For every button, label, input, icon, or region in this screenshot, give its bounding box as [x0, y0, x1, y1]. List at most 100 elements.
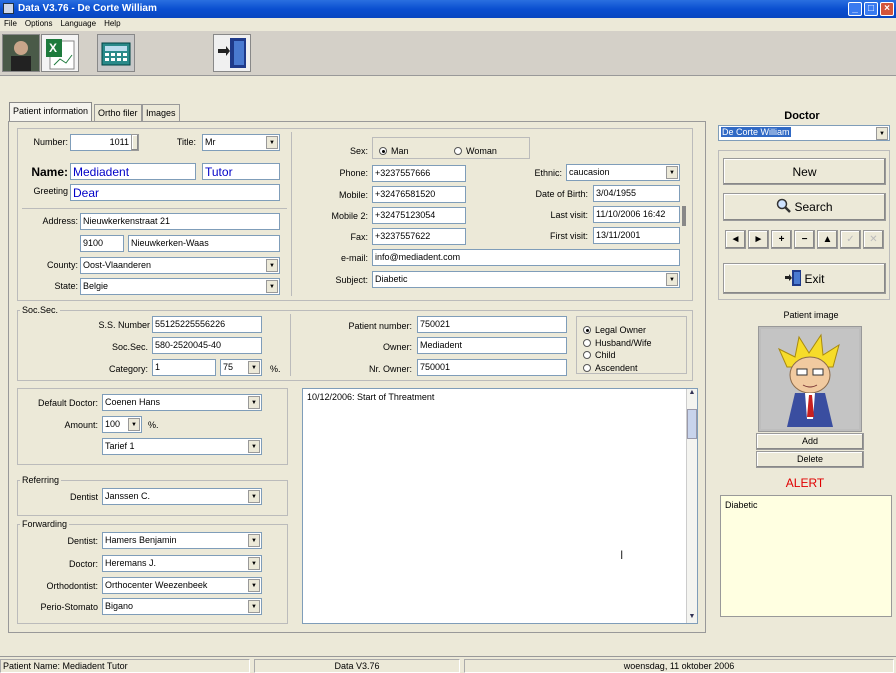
ss-number-field[interactable]: 55125225556226	[152, 316, 262, 333]
chevron-down-icon[interactable]: ▼	[248, 396, 260, 409]
sex-woman-radio[interactable]: Woman	[454, 146, 497, 156]
chevron-down-icon[interactable]: ▼	[248, 361, 260, 374]
street-field[interactable]: Nieuwkerkenstraat 21	[80, 213, 280, 230]
owner-field[interactable]: Mediadent	[417, 337, 567, 354]
maximize-button[interactable]: □	[864, 2, 878, 16]
last-name-field[interactable]: Mediadent	[70, 163, 196, 180]
last-visit-field[interactable]: 11/10/2006 16:42	[593, 206, 680, 223]
amount-label: Amount:	[64, 420, 98, 430]
forwarding-dentist-select[interactable]: Hamers Benjamin ▼	[102, 532, 262, 549]
scroll-up-icon[interactable]: ▲	[687, 389, 697, 399]
orthodontist-select[interactable]: Orthocenter Weezenbeek ▼	[102, 577, 262, 594]
delete-image-button[interactable]: Delete	[756, 451, 864, 468]
chevron-down-icon[interactable]: ▼	[666, 273, 678, 286]
nav-remove-button[interactable]: −	[794, 230, 815, 249]
owner-label: Owner:	[382, 342, 412, 352]
first-name-field[interactable]: Tutor	[202, 163, 280, 180]
close-button[interactable]: ×	[880, 2, 894, 16]
mobile2-field[interactable]: +32475123054	[372, 207, 466, 224]
amount-select[interactable]: 100 ▼	[102, 416, 142, 433]
title-label: Title:	[176, 137, 196, 147]
minimize-button[interactable]: _	[848, 2, 862, 16]
radio-checked-icon	[583, 326, 591, 334]
chevron-down-icon[interactable]: ▼	[666, 166, 678, 179]
nav-up-button[interactable]: ▲	[817, 230, 838, 249]
email-label: e-mail:	[340, 253, 368, 263]
menu-options[interactable]: Options	[21, 18, 57, 29]
zip-field[interactable]: 9100	[80, 235, 124, 252]
patient-number-field[interactable]: 1011	[70, 134, 132, 151]
chevron-down-icon[interactable]: ▼	[248, 557, 260, 570]
subject-select[interactable]: Diabetic ▼	[372, 271, 680, 288]
nr-owner-field[interactable]: 750001	[417, 359, 567, 376]
subject-label: Subject:	[335, 275, 368, 285]
phone-field[interactable]: +3237557666	[372, 165, 466, 182]
relation-husband-wife-radio[interactable]: Husband/Wife	[583, 338, 652, 348]
state-select[interactable]: Belgie ▼	[80, 278, 280, 295]
patient-number-field2[interactable]: 750021	[417, 316, 567, 333]
ethnic-select[interactable]: caucasion ▼	[566, 164, 680, 181]
nav-first-button[interactable]: ◄	[725, 230, 746, 249]
menu-language[interactable]: Language	[56, 18, 100, 29]
exit-button[interactable]: Exit	[723, 263, 886, 294]
chevron-down-icon[interactable]: ▼	[248, 534, 260, 547]
tab-ortho-filer[interactable]: Ortho filer	[94, 104, 142, 121]
menu-help[interactable]: Help	[100, 18, 124, 29]
chevron-down-icon[interactable]: ▼	[266, 280, 278, 293]
county-select[interactable]: Oost-Vlaanderen ▼	[80, 257, 280, 274]
sex-man-radio[interactable]: Man	[379, 146, 409, 156]
relation-legal-owner-radio[interactable]: Legal Owner	[583, 325, 646, 335]
tab-images[interactable]: Images	[142, 104, 180, 121]
alert-text[interactable]: Diabetic	[720, 495, 892, 617]
referring-dentist-select[interactable]: Janssen C. ▼	[102, 488, 262, 505]
chevron-down-icon[interactable]: ▼	[248, 440, 260, 453]
city-field[interactable]: Nieuwkerken-Waas	[128, 235, 280, 252]
nav-confirm-button[interactable]: ✓	[840, 230, 861, 249]
scroll-handle[interactable]	[682, 206, 686, 226]
scroll-down-icon[interactable]: ▼	[687, 613, 697, 623]
nav-add-button[interactable]: +	[771, 230, 792, 249]
new-button[interactable]: New	[723, 158, 886, 185]
notes-textarea[interactable]: 10/12/2006: Start of Threatment	[302, 388, 698, 624]
relation-ascendent-radio[interactable]: Ascendent	[583, 363, 638, 373]
title-select[interactable]: Mr ▼	[202, 134, 280, 151]
doctor-photo-button[interactable]	[2, 34, 40, 72]
category-field[interactable]: 1	[152, 359, 216, 376]
chevron-down-icon[interactable]: ▼	[248, 600, 260, 613]
percent-select[interactable]: 75 ▼	[220, 359, 262, 376]
default-doctor-value: Coenen Hans	[105, 397, 161, 407]
tab-patient-information[interactable]: Patient information	[9, 102, 93, 122]
tariff-select[interactable]: Tarief 1 ▼	[102, 438, 262, 455]
chevron-down-icon[interactable]: ▼	[248, 579, 260, 592]
first-visit-field[interactable]: 13/11/2001	[593, 227, 680, 244]
chevron-down-icon[interactable]: ▼	[266, 259, 278, 272]
chevron-down-icon[interactable]: ▼	[876, 127, 888, 140]
chevron-down-icon[interactable]: ▼	[128, 418, 140, 431]
socsec-field[interactable]: 580-2520045-40	[152, 337, 262, 354]
scroll-thumb[interactable]	[687, 409, 697, 439]
chevron-down-icon[interactable]: ▼	[266, 136, 278, 149]
nav-cancel-button[interactable]: ✕	[863, 230, 884, 249]
greeting-field[interactable]: Dear	[70, 184, 280, 201]
nav-next-button[interactable]: ►	[748, 230, 769, 249]
email-field[interactable]: info@mediadent.com	[372, 249, 680, 266]
relation-child-radio[interactable]: Child	[583, 350, 616, 360]
calculator-button[interactable]	[97, 34, 135, 72]
exit-toolbar-button[interactable]	[213, 34, 251, 72]
perio-select[interactable]: Bigano ▼	[102, 598, 262, 615]
notes-scrollbar[interactable]: ▲ ▼	[686, 389, 697, 623]
mobile-field[interactable]: +32476581520	[372, 186, 466, 203]
alert-title: ALERT	[785, 476, 825, 490]
chevron-down-icon[interactable]: ▼	[248, 490, 260, 503]
search-button[interactable]: Search	[723, 193, 886, 221]
fax-field[interactable]: +3237557622	[372, 228, 466, 245]
doctor-select[interactable]: De Corte William ▼	[718, 125, 890, 141]
number-lookup-button[interactable]	[131, 134, 139, 151]
referring-dentist-value: Janssen C.	[105, 491, 151, 501]
excel-export-button[interactable]: X	[41, 34, 79, 72]
default-doctor-select[interactable]: Coenen Hans ▼	[102, 394, 262, 411]
dob-field[interactable]: 3/04/1955	[593, 185, 680, 202]
forwarding-doctor-select[interactable]: Heremans J. ▼	[102, 555, 262, 572]
menu-file[interactable]: File	[0, 18, 21, 29]
add-image-button[interactable]: Add	[756, 433, 864, 450]
